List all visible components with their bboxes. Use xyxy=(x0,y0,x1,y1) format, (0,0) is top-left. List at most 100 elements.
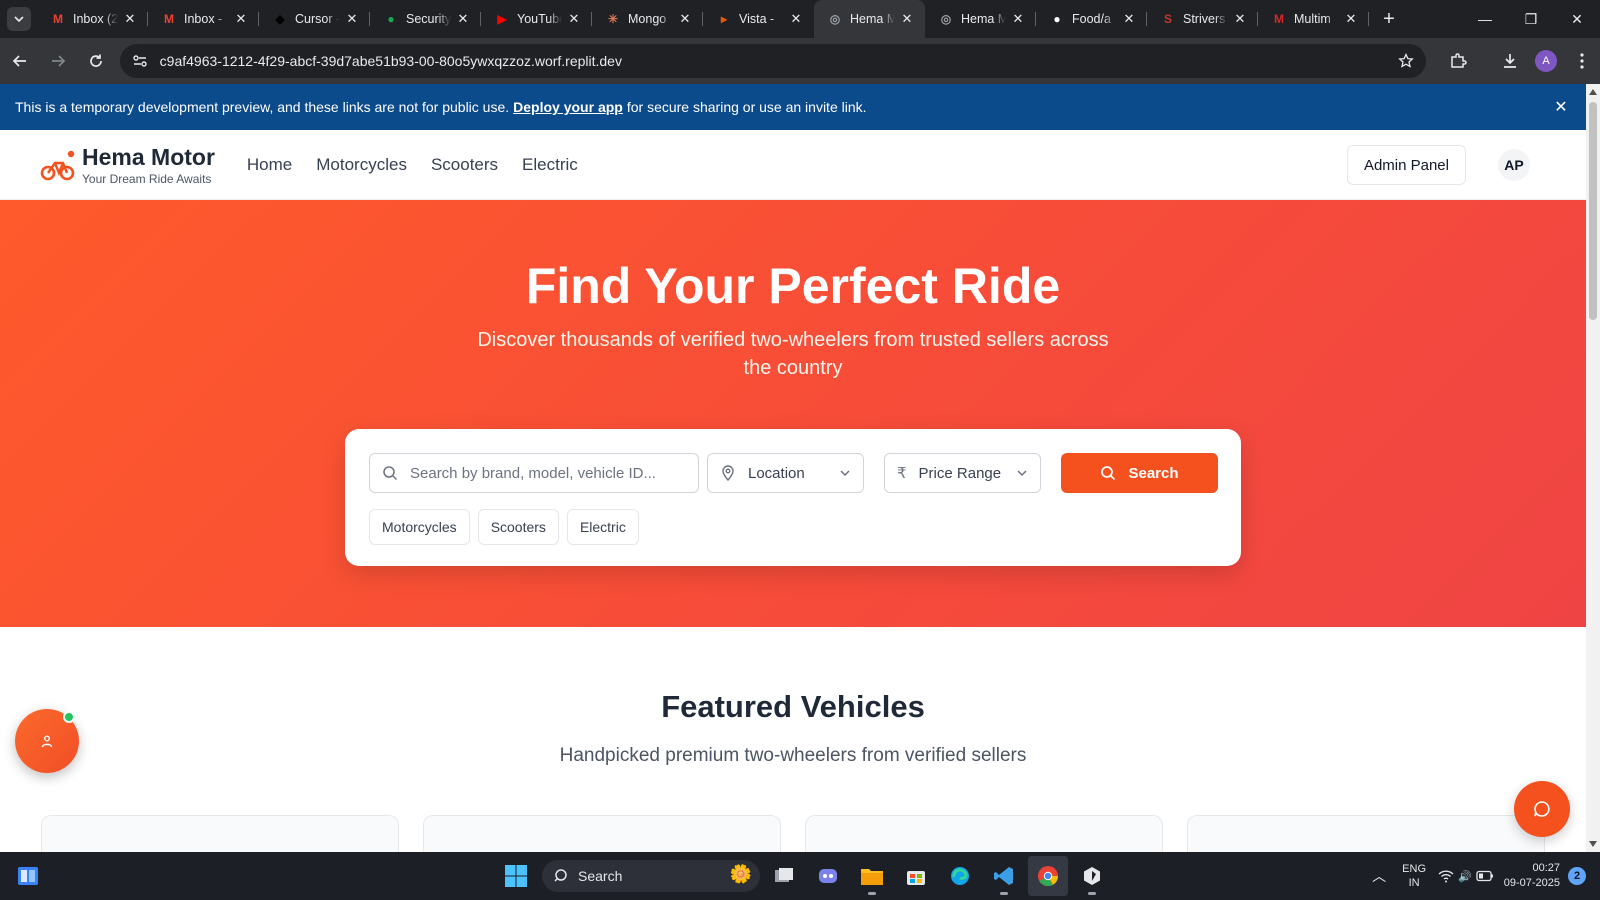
new-tab-button[interactable]: + xyxy=(1375,5,1403,33)
clock-date: 09-07-2025 xyxy=(1503,877,1560,889)
brand-name: Hema Motor xyxy=(82,143,215,170)
url-text[interactable]: c9af4963-1212-4f29-abcf-39d7abe51b93-00-… xyxy=(160,53,1398,69)
browser-tab[interactable]: M Inbox (2 ✕ xyxy=(37,0,148,38)
tab-close-icon[interactable]: ✕ xyxy=(899,11,915,27)
browser-tab[interactable]: ◎ Hema M ✕ xyxy=(925,0,1036,38)
vehicle-card[interactable] xyxy=(41,815,399,852)
nav-scooters[interactable]: Scooters xyxy=(431,155,498,175)
user-avatar[interactable]: AP xyxy=(1498,149,1530,181)
tab-close-icon[interactable]: ✕ xyxy=(566,11,582,27)
page-scrollbar[interactable] xyxy=(1586,84,1600,852)
featured-section: Featured Vehicles Handpicked premium two… xyxy=(0,627,1586,852)
browser-tab[interactable]: ● Security ✕ xyxy=(370,0,481,38)
profile-fab-button[interactable] xyxy=(15,709,79,773)
striver-icon: S xyxy=(1163,12,1172,26)
browser-menu-button[interactable] xyxy=(1564,43,1600,79)
hidden-icons-chevron-icon[interactable]: ︿ xyxy=(1364,866,1394,886)
browser-tab[interactable]: ◆ Cursor - ✕ xyxy=(259,0,370,38)
profile-avatar: A xyxy=(1534,50,1557,72)
tab-title: Multim xyxy=(1294,12,1331,26)
browser-tab[interactable]: M Multim ✕ xyxy=(1258,0,1369,38)
nav-home[interactable]: Home xyxy=(247,155,292,175)
taskbar-vscode[interactable] xyxy=(984,856,1024,896)
windows-logo-icon xyxy=(505,865,527,887)
clock[interactable]: 00:27 09-07-2025 xyxy=(1504,861,1560,891)
banner-close-button[interactable]: ✕ xyxy=(1550,96,1572,118)
tab-close-icon[interactable]: ✕ xyxy=(122,11,138,27)
region-code: IN xyxy=(1408,877,1420,889)
tab-close-icon[interactable]: ✕ xyxy=(788,11,804,27)
bicycle-icon xyxy=(40,150,75,180)
chat-fab-button[interactable] xyxy=(1514,781,1570,837)
edge-icon xyxy=(951,867,969,885)
browser-tab[interactable]: S Strivers ✕ xyxy=(1147,0,1258,38)
downloads-button[interactable] xyxy=(1492,43,1528,79)
price-range-select[interactable]: ₹ Price Range xyxy=(884,453,1041,493)
tab-title: Inbox - xyxy=(184,12,223,26)
taskbar-search[interactable]: Search 🌼 xyxy=(542,860,760,892)
chip-motorcycles[interactable]: Motorcycles xyxy=(369,509,470,545)
tab-close-icon[interactable]: ✕ xyxy=(677,11,693,27)
taskbar-cursor[interactable] xyxy=(1072,856,1112,896)
taskbar-task-view[interactable] xyxy=(764,856,804,896)
search-button[interactable]: Search xyxy=(1061,453,1218,493)
extensions-button[interactable] xyxy=(1440,43,1476,79)
language-indicator[interactable]: ENG IN xyxy=(1402,862,1426,890)
tab-close-icon[interactable]: ✕ xyxy=(1010,11,1026,27)
taskbar-file-explorer[interactable] xyxy=(852,856,892,896)
vehicle-card[interactable] xyxy=(423,815,781,852)
taskbar-chrome[interactable] xyxy=(1028,856,1068,896)
taskbar-store[interactable] xyxy=(896,856,936,896)
scroll-down-arrow-icon[interactable] xyxy=(1589,841,1597,847)
logo-text[interactable]: Hema Motor Your Dream Ride Awaits xyxy=(82,144,215,186)
browser-tab[interactable]: ✳ Mongo ✕ xyxy=(592,0,703,38)
address-bar[interactable]: c9af4963-1212-4f29-abcf-39d7abe51b93-00-… xyxy=(119,44,1426,78)
tab-close-icon[interactable]: ✕ xyxy=(455,11,471,27)
browser-tab[interactable]: ● Food/a ✕ xyxy=(1036,0,1147,38)
dev-preview-banner: This is a temporary development preview,… xyxy=(0,84,1600,130)
location-select[interactable]: Location xyxy=(707,453,864,493)
bike-logo-icon[interactable] xyxy=(40,145,78,185)
close-window-button[interactable]: ✕ xyxy=(1554,0,1600,38)
browser-tab[interactable]: ◎ Hema M ✕ xyxy=(814,0,925,38)
chip-scooters[interactable]: Scooters xyxy=(477,509,559,545)
tab-close-icon[interactable]: ✕ xyxy=(1121,11,1137,27)
taskbar-teams[interactable] xyxy=(808,856,848,896)
vehicle-card[interactable] xyxy=(805,815,1163,852)
nav-electric[interactable]: Electric xyxy=(522,155,578,175)
nav-motorcycles[interactable]: Motorcycles xyxy=(316,155,407,175)
chip-electric[interactable]: Electric xyxy=(566,509,639,545)
tab-title: Hema M xyxy=(961,12,1006,26)
tray-status-icons[interactable]: 🔊 xyxy=(1438,869,1494,883)
chrome-icon xyxy=(1038,866,1059,887)
forward-button[interactable] xyxy=(40,43,76,79)
browser-tab[interactable]: ▸ Vista - ✕ xyxy=(703,0,814,38)
site-info-icon[interactable] xyxy=(132,53,148,69)
teams-chat-icon xyxy=(819,869,837,883)
scroll-up-arrow-icon[interactable] xyxy=(1589,89,1597,95)
scrollbar-thumb[interactable] xyxy=(1589,102,1597,320)
windows-taskbar: Search 🌼 ︿ ENG IN 🔊 00:27 09-07-2025 2 xyxy=(0,852,1600,900)
widgets-button[interactable] xyxy=(16,864,40,888)
tab-close-icon[interactable]: ✕ xyxy=(233,11,249,27)
tab-close-icon[interactable]: ✕ xyxy=(344,11,360,27)
browser-tab[interactable]: ▶ YouTube ✕ xyxy=(481,0,592,38)
taskbar-edge[interactable] xyxy=(940,856,980,896)
tab-title: Inbox (2 xyxy=(73,12,118,26)
restore-button[interactable]: ❐ xyxy=(1508,0,1554,38)
back-button[interactable] xyxy=(2,43,38,79)
notification-badge[interactable]: 2 xyxy=(1568,867,1586,885)
minimize-button[interactable]: — xyxy=(1462,0,1508,38)
vehicle-search-input[interactable]: Search by brand, model, vehicle ID... xyxy=(369,453,699,493)
start-button[interactable] xyxy=(496,856,536,896)
tab-close-icon[interactable]: ✕ xyxy=(1343,11,1359,27)
bookmark-star-icon[interactable] xyxy=(1398,53,1414,69)
browser-tab[interactable]: M Inbox - ✕ xyxy=(148,0,259,38)
profile-button[interactable]: A xyxy=(1528,43,1564,79)
tab-search-menu-button[interactable] xyxy=(7,7,31,31)
deploy-link[interactable]: Deploy your app xyxy=(513,99,623,115)
tab-close-icon[interactable]: ✕ xyxy=(1232,11,1248,27)
admin-panel-button[interactable]: Admin Panel xyxy=(1346,145,1466,185)
reload-button[interactable] xyxy=(78,43,114,79)
vehicle-card[interactable] xyxy=(1187,815,1545,852)
